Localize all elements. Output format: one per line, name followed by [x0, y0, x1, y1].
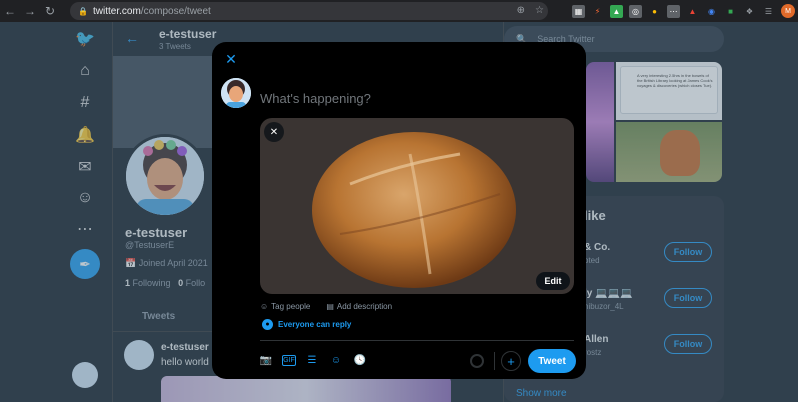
extension-icon-3[interactable]: ▲ [610, 4, 623, 18]
forward-icon[interactable]: → [20, 0, 40, 22]
tweet-button[interactable]: Tweet [528, 349, 576, 373]
reply-setting-label: Everyone can reply [278, 320, 352, 329]
poll-icon[interactable]: ☰ [304, 352, 320, 368]
close-icon[interactable]: ✕ [222, 50, 240, 68]
toolbar-separator [494, 352, 495, 370]
add-description-link[interactable]: ▤ Add description [326, 302, 392, 311]
tag-people-link[interactable]: ☺ Tag people [260, 302, 310, 311]
compose-modal: ✕ ✕ Edit ☺Tag people ▤Add [212, 42, 586, 379]
extension-icon-5[interactable]: ● [648, 4, 661, 18]
reload-icon[interactable]: ↻ [40, 0, 60, 22]
extension-icon-8[interactable]: ◉ [705, 4, 718, 18]
avatar-face-icon [221, 78, 251, 108]
extension-icon-4[interactable]: ◎ [629, 4, 642, 18]
remove-media-button[interactable]: ✕ [264, 122, 284, 142]
extension-icon-9[interactable]: ■ [724, 4, 737, 18]
globe-icon: ● [262, 319, 273, 330]
extension-icon-6[interactable]: ⋯ [667, 4, 680, 18]
add-thread-button[interactable]: + [501, 351, 521, 371]
lock-icon: 🔒 [78, 6, 88, 16]
bookmark-star-icon[interactable]: ☆ [535, 5, 544, 16]
add-description-label: Add description [336, 301, 393, 311]
url-host: twitter.com [93, 5, 141, 17]
extension-icon-2[interactable]: ⚡ [591, 4, 604, 18]
reply-setting-button[interactable]: ● Everyone can reply [262, 319, 351, 330]
plus-icon: + [507, 353, 515, 369]
attached-media-preview: ✕ Edit [260, 118, 574, 294]
browser-profile-avatar[interactable]: M [781, 4, 795, 18]
compose-divider [260, 340, 574, 341]
address-bar[interactable]: 🔒 twitter.com/compose/tweet ⊕ ☆ [70, 2, 548, 20]
bread-image [312, 132, 516, 288]
extension-icon-1[interactable]: ▦ [572, 4, 585, 18]
close-icon: ✕ [269, 126, 279, 138]
composer-avatar[interactable] [221, 78, 251, 108]
person-icon: ☺ [260, 301, 269, 311]
schedule-icon[interactable]: 🕓 [352, 352, 368, 368]
media-meta: ☺ Tag people ▤ Add description [260, 299, 580, 313]
emoji-icon[interactable]: ☺ [328, 352, 344, 368]
character-count-ring [470, 354, 484, 368]
description-icon: ▤ [326, 301, 334, 311]
url-path: /compose/tweet [140, 5, 211, 17]
back-icon[interactable]: ← [0, 0, 20, 22]
edit-media-button[interactable]: Edit [536, 272, 570, 290]
compose-toolbar: 📷 GIF ☰ ☺ 🕓 [258, 352, 368, 368]
browser-toolbar: ← → ↻ 🔒 twitter.com/compose/tweet ⊕ ☆ ▦ … [0, 0, 798, 22]
reading-list-icon[interactable]: ☰ [762, 4, 775, 18]
extension-icon-7[interactable]: ▲ [686, 4, 699, 18]
extensions-puzzle-icon[interactable]: ❖ [743, 4, 756, 18]
compose-text-input[interactable] [260, 88, 560, 108]
tag-people-label: Tag people [271, 301, 311, 311]
gif-icon[interactable]: GIF [282, 354, 296, 366]
install-icon[interactable]: ⊕ [517, 5, 525, 16]
media-icon[interactable]: 📷 [258, 352, 274, 368]
